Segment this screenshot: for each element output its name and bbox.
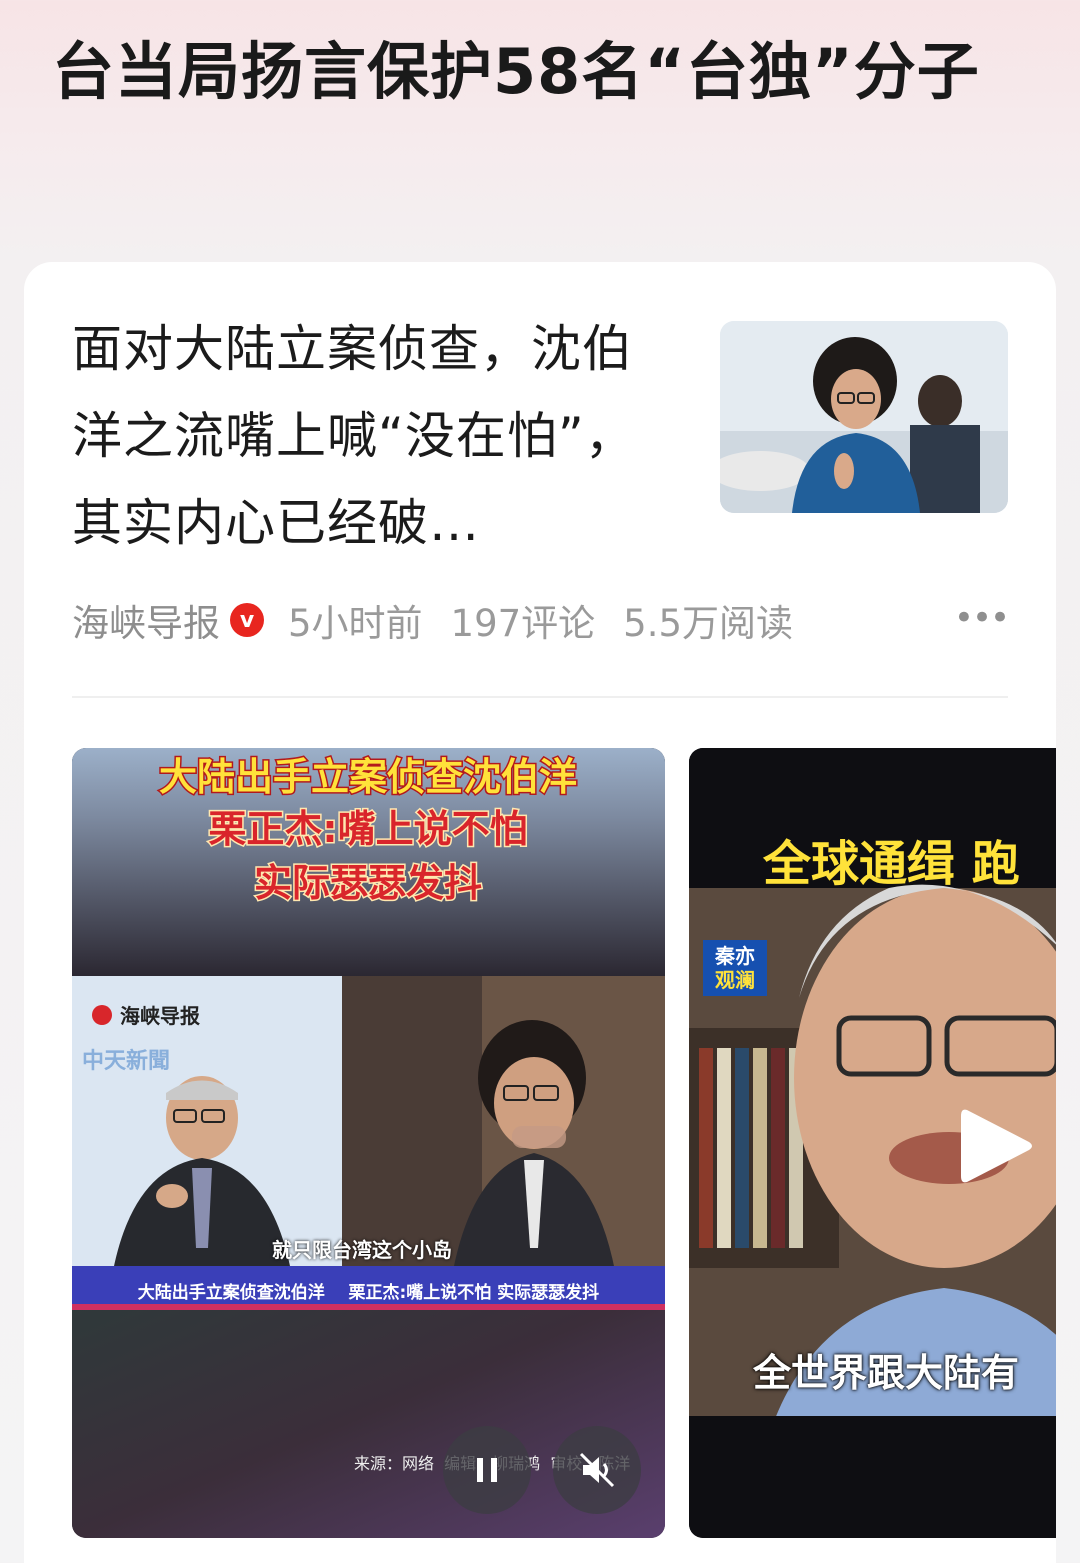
station-watermark: 中天新聞 — [82, 1049, 171, 1074]
article-thumbnail[interactable] — [720, 321, 1008, 513]
video-player-1[interactable]: 大陆出手立案侦查沈伯洋 栗正杰:嘴上说不怕 实际瑟瑟发抖 海峡导报 中天新聞 就… — [72, 748, 665, 1538]
article-card[interactable]: 面对大陆立案侦查，沈伯洋之流嘴上喊“没在怕”，其实内心已经破… 海峡导报 v 5… — [24, 262, 1056, 1563]
verified-badge-icon: v — [230, 603, 264, 637]
video-player-2[interactable]: 全球通缉 跑 秦亦 观澜 全世界跟大陆有 — [689, 748, 1056, 1538]
read-count: 5.5万阅读 — [623, 602, 794, 645]
pause-button[interactable] — [443, 1426, 531, 1514]
mute-button[interactable] — [553, 1426, 641, 1514]
badge-line2: 观澜 — [715, 968, 755, 992]
mute-icon — [579, 1452, 615, 1488]
play-icon — [961, 1109, 1032, 1183]
play-button[interactable] — [945, 1098, 1041, 1194]
video2-caption: 全世界跟大陆有 — [753, 1351, 1020, 1395]
divider — [72, 696, 1008, 698]
badge-line1: 秦亦 — [715, 944, 755, 968]
comment-count: 197评论 — [450, 602, 596, 645]
source-name[interactable]: 海峡导报 — [72, 593, 220, 647]
thumbnail-photo — [720, 321, 1008, 513]
video1-banner-line1: 大陆出手立案侦查沈伯洋 — [159, 755, 577, 799]
logo-icon — [92, 1004, 112, 1025]
article-headline[interactable]: 面对大陆立案侦查，沈伯洋之流嘴上喊“没在怕”，其实内心已经破… — [72, 306, 682, 567]
page-title: 台当局扬言保护58名“台独”分子 — [52, 35, 980, 108]
publish-time: 5小时前 — [288, 602, 423, 645]
more-options-button[interactable]: ••• — [954, 598, 1010, 638]
video1-ticker: 大陆出手立案侦查沈伯洋 栗正杰:嘴上说不怕 实际瑟瑟发抖 — [137, 1283, 600, 1303]
pause-icon — [477, 1458, 497, 1482]
video1-logo: 海峡导报 — [92, 1000, 200, 1029]
article-meta: 海峡导报 v 5小时前 197评论 5.5万阅读 — [72, 592, 793, 648]
video1-banner-line2: 栗正杰:嘴上说不怕 — [208, 807, 527, 851]
video1-banner: 大陆出手立案侦查沈伯洋 栗正杰:嘴上说不怕 实际瑟瑟发抖 — [157, 754, 578, 907]
video1-subtitle: 就只限台湾这个小岛 — [272, 1238, 452, 1262]
video2-channel-badge: 秦亦 观澜 — [703, 940, 767, 996]
logo-text: 海峡导报 — [120, 1004, 200, 1028]
video1-banner-line3: 实际瑟瑟发抖 — [254, 861, 482, 905]
video2-headline: 全球通缉 跑 — [763, 836, 1020, 892]
